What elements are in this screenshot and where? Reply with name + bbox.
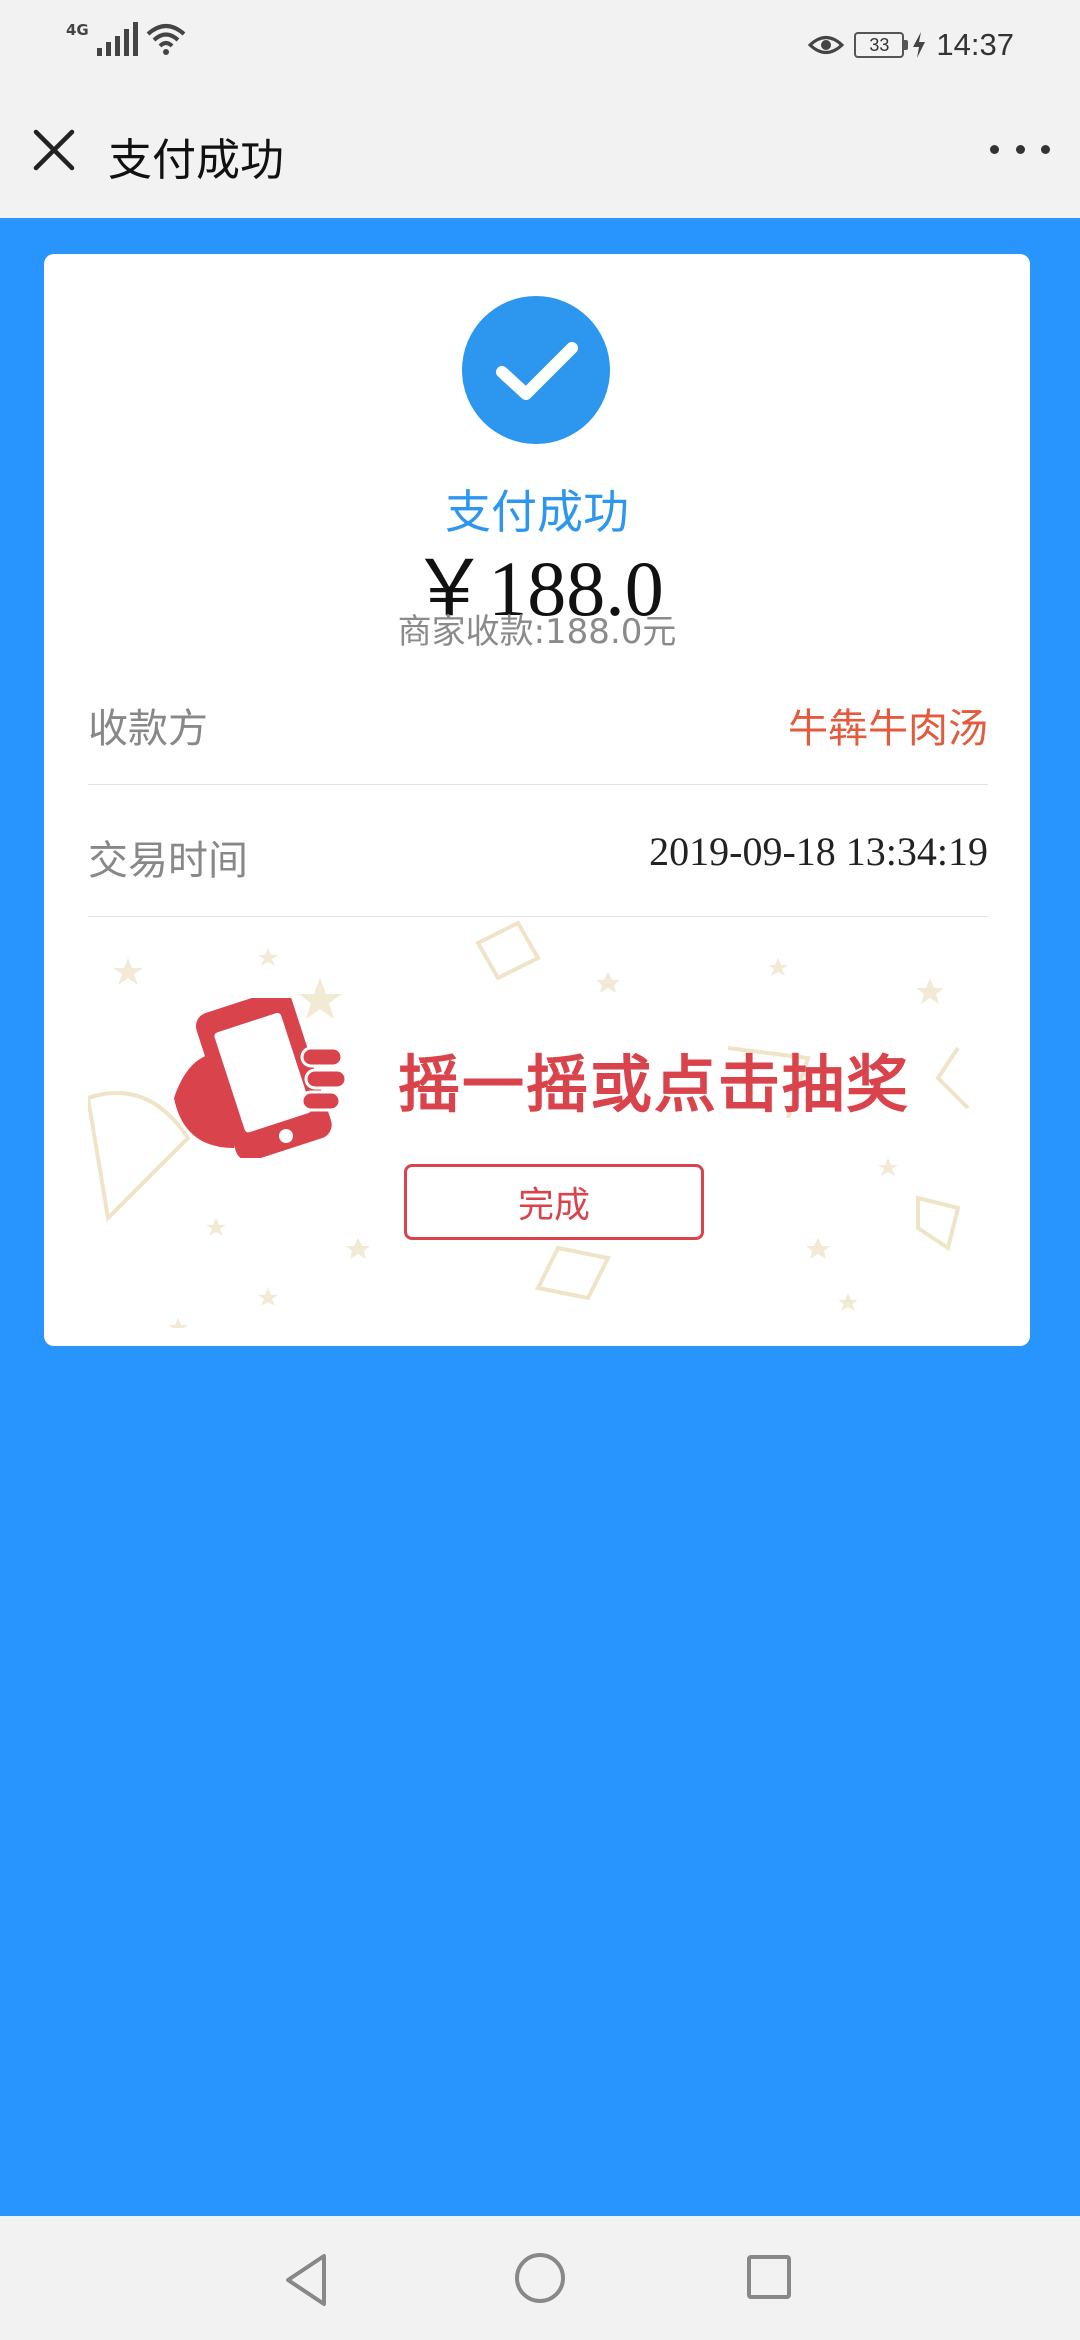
battery-level: 33 bbox=[854, 32, 905, 58]
lottery-promo[interactable]: 摇一摇或点击抽奖 完成 bbox=[88, 918, 988, 1328]
transaction-time-label: 交易时间 bbox=[88, 838, 248, 884]
charging-icon bbox=[913, 32, 926, 58]
payee-value: 牛犇牛肉汤 bbox=[788, 706, 988, 752]
home-icon[interactable] bbox=[514, 2252, 566, 2304]
payee-label: 收款方 bbox=[88, 706, 208, 752]
eye-comfort-icon bbox=[808, 36, 845, 54]
done-button[interactable]: 完成 bbox=[404, 1164, 704, 1240]
page-title: 支付成功 bbox=[108, 135, 284, 186]
transaction-time-value: 2019-09-18 13:34:19 bbox=[649, 829, 988, 874]
battery-tip bbox=[904, 40, 909, 50]
system-nav-bar bbox=[0, 2216, 1080, 2340]
transaction-time-row: 交易时间 2019-09-18 13:34:19 bbox=[88, 786, 988, 917]
title-bar: 支付成功 bbox=[0, 90, 1080, 218]
back-icon[interactable] bbox=[282, 2252, 332, 2308]
check-icon bbox=[496, 342, 578, 400]
more-icon[interactable] bbox=[990, 134, 1050, 164]
merchant-received: 商家收款:188.0元 bbox=[397, 612, 677, 652]
status-bar: 4G 33 14:37 bbox=[0, 0, 1080, 90]
payee-row: 收款方 牛犇牛肉汤 bbox=[88, 654, 988, 785]
recent-apps-icon[interactable] bbox=[746, 2254, 792, 2300]
close-icon[interactable] bbox=[28, 124, 80, 176]
payment-status: 支付成功 bbox=[445, 485, 629, 539]
clock: 14:37 bbox=[936, 27, 1014, 62]
shake-phone-icon bbox=[174, 998, 348, 1158]
battery-indicator: 33 bbox=[854, 32, 926, 58]
wifi-icon bbox=[146, 24, 186, 55]
receipt-card: 支付成功 ￥188.0 商家收款:188.0元 收款方 牛犇牛肉汤 交易时间 2… bbox=[44, 254, 1030, 1346]
status-right: 33 14:37 bbox=[808, 22, 1014, 68]
signal-icon bbox=[96, 22, 138, 56]
status-left: 4G bbox=[66, 22, 186, 56]
success-badge bbox=[462, 296, 610, 444]
network-type: 4G bbox=[66, 21, 89, 39]
shake-lottery-text: 摇一摇或点击抽奖 bbox=[398, 1048, 911, 1121]
